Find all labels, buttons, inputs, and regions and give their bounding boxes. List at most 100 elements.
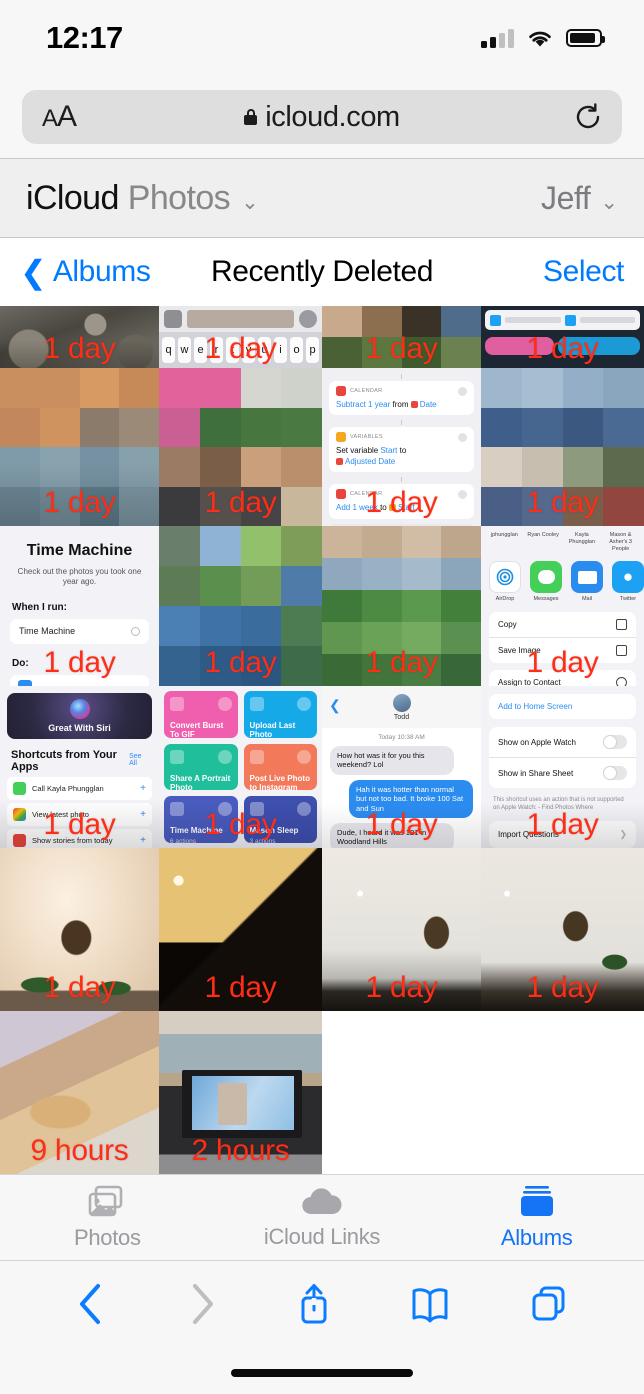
share-apps-row: AirDrop Messages Mail ● Twitter	[481, 555, 644, 606]
chevron-down-icon: ⌄	[241, 190, 259, 214]
photo-cell[interactable]: 1 day	[481, 848, 644, 1011]
photo-cell[interactable]: 1 day	[481, 368, 644, 526]
photos-tab-bar: Photos iCloud Links Albums	[0, 1174, 644, 1260]
photo-cell[interactable]: qwer tyui op 1 day	[159, 306, 322, 368]
photo-cell[interactable]: Convert Burst To GIF 10 actions Upload L…	[159, 686, 322, 848]
deletion-badge: 1 day	[365, 808, 438, 841]
grid-row: 9 hours 2 hours	[0, 1011, 644, 1174]
deletion-badge: 1 day	[526, 971, 599, 1004]
tab-photos[interactable]: Photos	[0, 1184, 215, 1251]
account-menu[interactable]: Jeff ⌄	[541, 180, 618, 217]
photo-cell[interactable]: 1 day	[322, 526, 481, 686]
share-app-label: Twitter	[619, 596, 637, 603]
deletion-badge: 9 hours	[30, 1134, 129, 1167]
icloud-header: iCloud Photos ⌄ Jeff ⌄	[0, 159, 644, 237]
copy-icon	[616, 619, 627, 631]
photo-cell[interactable]: 1 day	[0, 306, 159, 368]
photo-cell[interactable]: 1 day	[0, 848, 159, 1011]
share-app: Mail	[571, 561, 603, 602]
address-bar[interactable]: AA icloud.com	[22, 90, 622, 144]
reload-icon[interactable]	[574, 103, 602, 131]
deletion-badge: 1 day	[43, 971, 116, 1004]
wifi-icon	[527, 29, 553, 48]
mail-icon	[571, 561, 603, 594]
browser-share-button[interactable]	[294, 1280, 334, 1333]
deletion-badge: 1 day	[204, 332, 277, 365]
photo-cell[interactable]: 1 day	[159, 848, 322, 1011]
photo-cell[interactable]: jphungglan Ryan Cooley Kayla Phungglan M…	[481, 526, 644, 686]
share-app: AirDrop	[489, 561, 521, 602]
photo-cell[interactable]: 1 day	[159, 526, 322, 686]
share-person: Kayla Phungglan	[568, 532, 596, 546]
photo-cell[interactable]: 1 day	[0, 368, 159, 526]
back-label: Albums	[52, 255, 151, 288]
browser-back-button[interactable]	[73, 1280, 109, 1333]
photo-cell[interactable]: 2 hours	[159, 1011, 322, 1174]
share-app-label: Messages	[533, 596, 559, 603]
grid-row: 1 day 1 day 1 day 1 day	[0, 848, 644, 1011]
lock-icon	[244, 109, 258, 125]
share-person: Ryan Cooley	[527, 532, 559, 538]
cloud-icon	[302, 1188, 342, 1215]
deletion-badge: 1 day	[365, 486, 438, 519]
messages-icon	[530, 561, 562, 594]
url-text: icloud.com	[265, 100, 400, 133]
airdrop-icon	[489, 561, 521, 594]
share-app-label: AirDrop	[495, 596, 515, 603]
back-chevron-icon: ❮	[20, 254, 47, 290]
icloud-brand: iCloud	[26, 178, 119, 217]
select-button[interactable]: Select	[543, 255, 624, 289]
photo-cell[interactable]: 1 day	[481, 306, 644, 368]
deletion-badge: 1 day	[204, 646, 277, 679]
when-i-run-field: Time Machine	[10, 618, 149, 644]
back-to-albums-button[interactable]: ❮ Albums	[20, 254, 151, 290]
photo-cell[interactable]: Time Machine Check out the photos you to…	[0, 526, 159, 686]
tab-albums[interactable]: Albums	[429, 1184, 644, 1251]
card-title: Time Machine	[26, 542, 133, 559]
deletion-badge: 1 day	[526, 808, 599, 841]
deletion-badge: 1 day	[365, 971, 438, 1004]
shortcut-action: VARIABLES Set variable Start to Adjusted …	[329, 427, 474, 473]
share-person: Mason & Asher's 3 People	[609, 532, 632, 553]
tab-icloud-links[interactable]: iCloud Links	[215, 1185, 430, 1250]
deletion-badge: 1 day	[43, 808, 116, 841]
photo-cell[interactable]: ❮ Todd Today 10:38 AM How hot was it for…	[322, 686, 481, 848]
deletion-badge: 2 hours	[191, 1134, 290, 1167]
browser-bookmarks-button[interactable]	[408, 1280, 452, 1333]
tab-label: Photos	[73, 1225, 141, 1250]
share-person: jphungglan	[490, 532, 518, 538]
when-i-run-label: When I run:	[12, 601, 67, 613]
share-app: ● Twitter	[612, 561, 644, 602]
share-action-copy[interactable]: Copy	[489, 612, 636, 637]
icloud-app-name: Photos	[127, 178, 231, 217]
browser-forward-button[interactable]	[184, 1280, 220, 1333]
share-app: Messages	[530, 561, 562, 602]
photo-cell[interactable]: 1 day	[322, 848, 481, 1011]
photo-cell[interactable]: Add to Home Screen Show on Apple Watch S…	[481, 686, 644, 848]
deletion-badge: 1 day	[204, 808, 277, 841]
deletion-badge: 1 day	[204, 486, 277, 519]
deletion-badge: 1 day	[43, 332, 116, 365]
text-size-button[interactable]: AA	[42, 100, 77, 134]
home-indicator[interactable]	[231, 1369, 413, 1377]
clear-icon	[131, 626, 140, 636]
albums-icon	[520, 1186, 553, 1216]
deletion-badge: 1 day	[365, 646, 438, 679]
photo-cell[interactable]: 1 day	[322, 306, 481, 368]
battery-icon	[566, 29, 605, 47]
photo-cell[interactable]: 1 day	[159, 368, 322, 526]
browser-tabs-button[interactable]	[527, 1280, 571, 1333]
album-nav-bar: ❮ Albums Recently Deleted Select	[0, 238, 644, 306]
grid-row: Time Machine Check out the photos you to…	[0, 526, 644, 686]
photo-cell[interactable]: CALENDAR Subtract 1 year from Date VARIA…	[322, 368, 481, 526]
iphone-screen: 12:17 AA icloud.com iCloud Photos ⌄ Jeff…	[0, 0, 644, 1394]
photo-cell[interactable]: Great With Siri Shortcuts from Your Apps…	[0, 686, 159, 848]
deletion-badge: 1 day	[526, 332, 599, 365]
url-display: icloud.com	[22, 101, 622, 134]
grid-row: 1 day 1 day CALENDAR Subtract 1 year fro…	[0, 368, 644, 526]
share-people-row: jphungglan Ryan Cooley Kayla Phungglan M…	[481, 526, 644, 555]
icloud-app-switcher[interactable]: iCloud Photos ⌄	[26, 179, 259, 218]
photo-cell[interactable]: 9 hours	[0, 1011, 159, 1174]
status-bar: 12:17	[0, 0, 644, 76]
deletion-badge: 1 day	[43, 486, 116, 519]
